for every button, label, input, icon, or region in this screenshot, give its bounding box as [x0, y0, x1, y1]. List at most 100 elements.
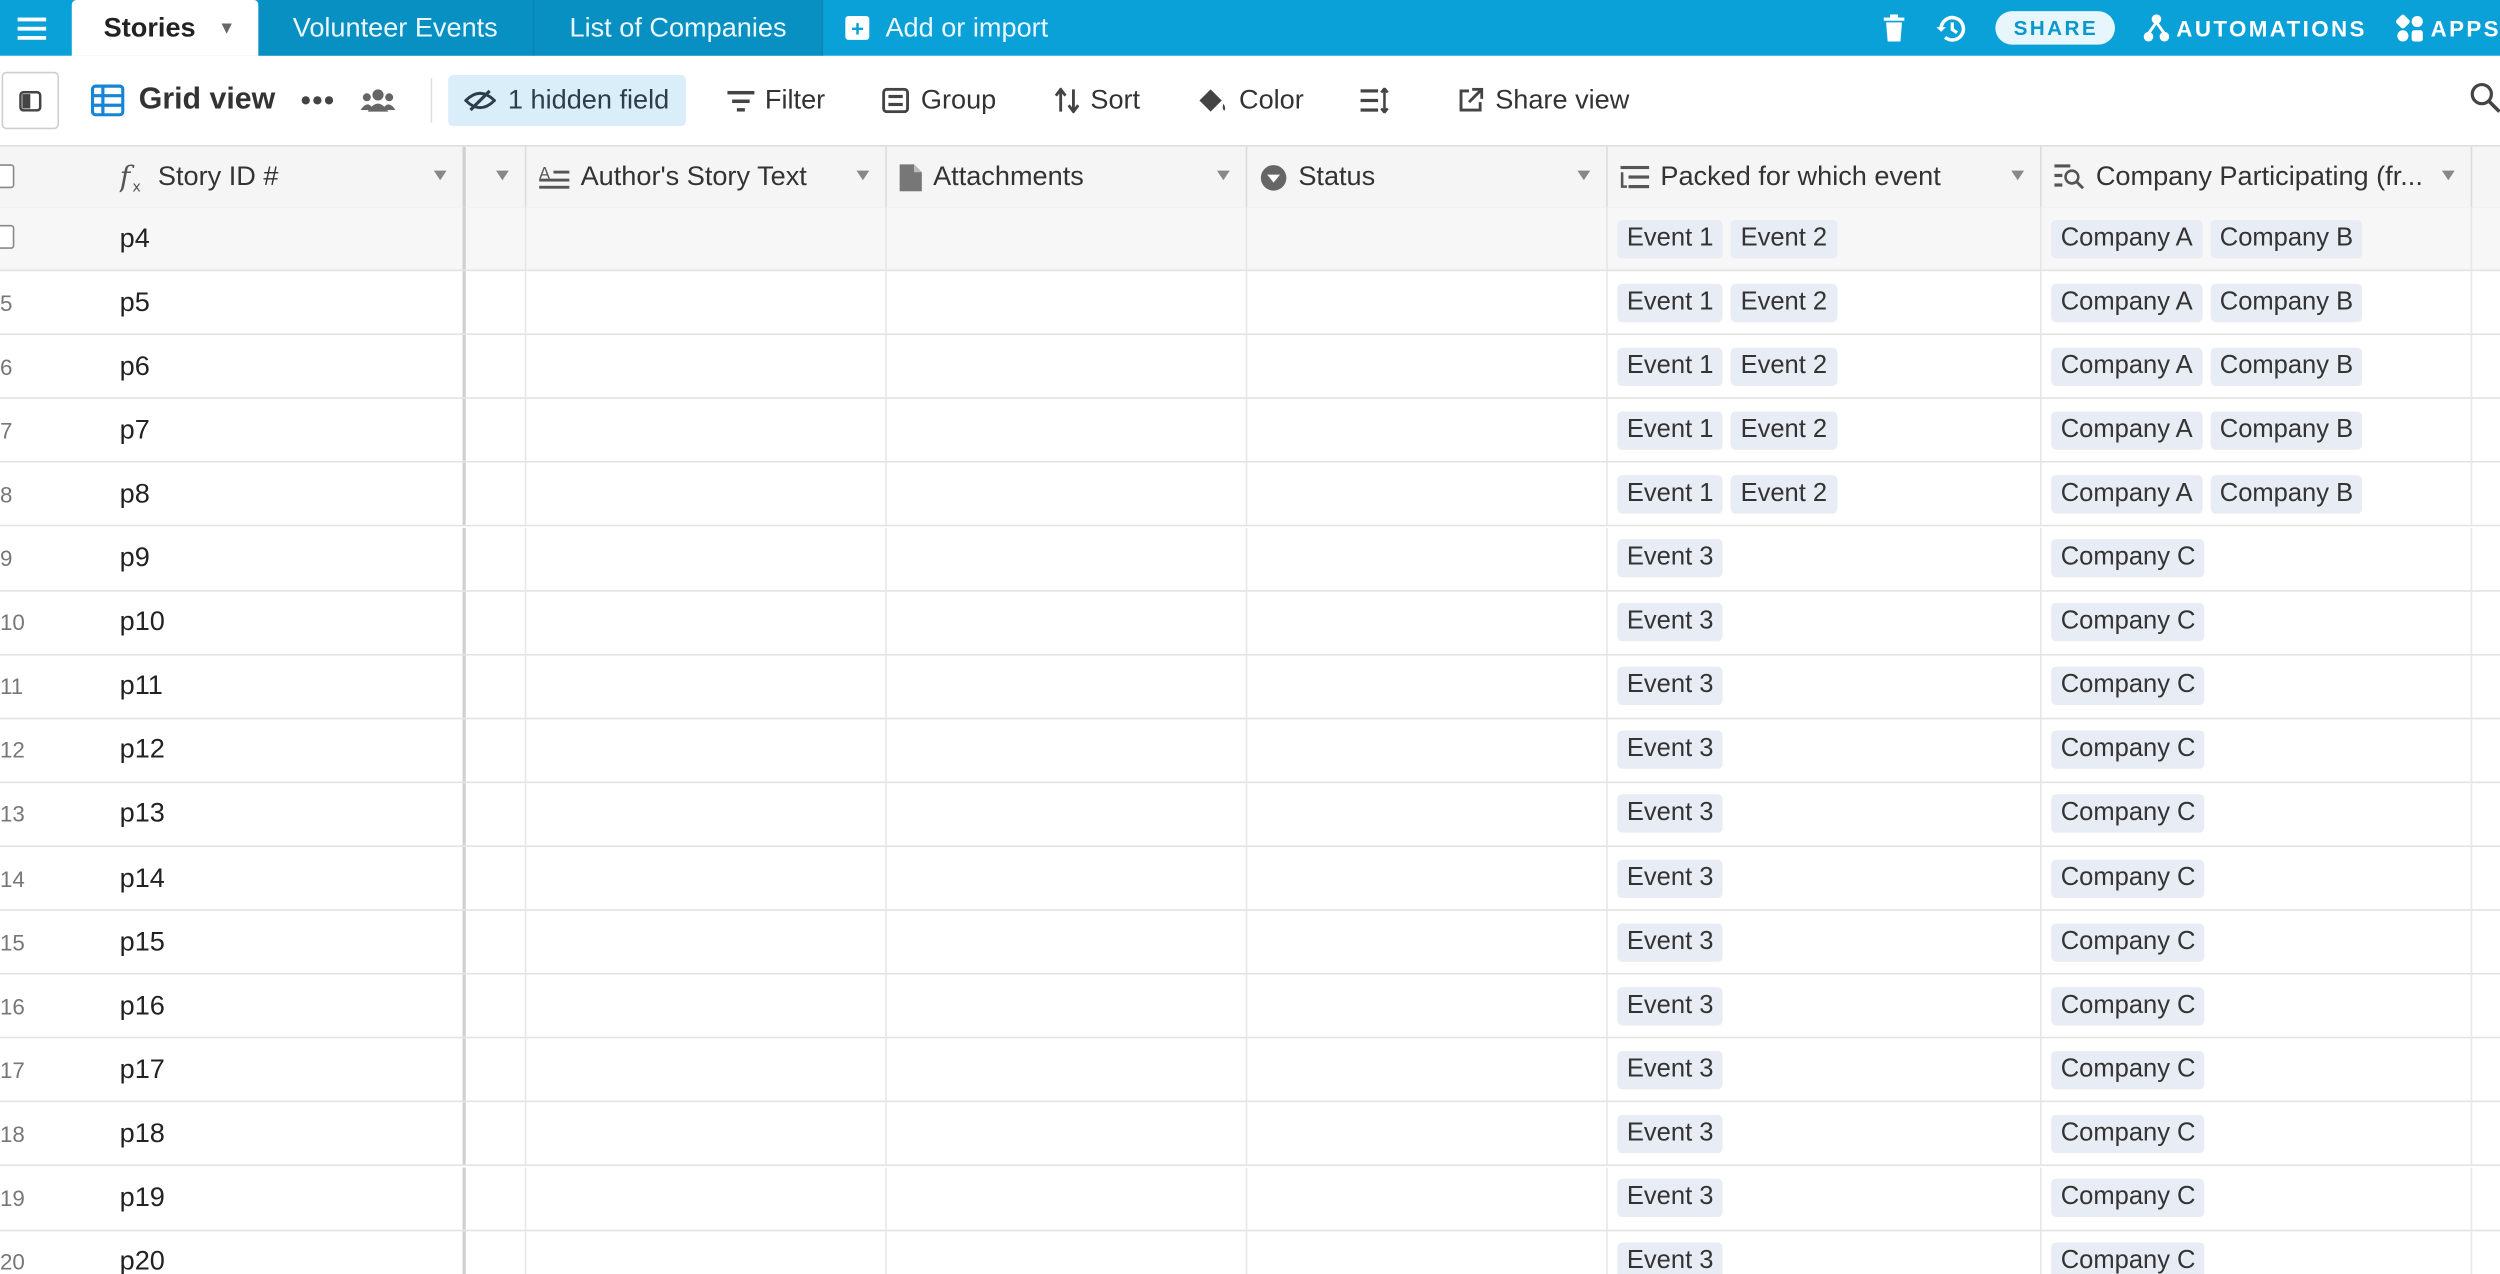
story-id-cell[interactable]: p11: [64, 655, 466, 718]
story-id-cell[interactable]: p9: [64, 527, 466, 590]
author-cell[interactable]: [526, 1102, 887, 1165]
author-cell[interactable]: [526, 782, 887, 846]
companies-cell[interactable]: Company A Company B: [2042, 207, 2473, 270]
story-id-cell[interactable]: p12: [64, 719, 466, 782]
status-cell[interactable]: [1247, 207, 1608, 270]
table-row[interactable]: 9 p9 Event 3 Company C: [0, 527, 2500, 591]
status-cell[interactable]: [1247, 591, 1608, 654]
companies-cell[interactable]: Company A Company B: [2042, 335, 2473, 398]
table-row[interactable]: 15 p15 Event 3 Company C: [0, 910, 2500, 975]
sort-button[interactable]: Sort: [1038, 75, 1156, 126]
companies-cell[interactable]: Company C: [2042, 1166, 2473, 1229]
status-cell[interactable]: [1247, 463, 1608, 526]
attach-cell[interactable]: [887, 527, 1248, 590]
collapsed-cell[interactable]: [466, 463, 527, 526]
chevron-down-icon[interactable]: [1216, 170, 1230, 181]
author-cell[interactable]: [526, 399, 887, 462]
story-id-cell[interactable]: p16: [64, 974, 466, 1038]
column-header-author-story-text[interactable]: A Author's Story Text: [526, 146, 887, 208]
collapsed-cell[interactable]: [466, 527, 527, 590]
table-row[interactable]: 14 p14 Event 3 Company C: [0, 846, 2500, 911]
share-button[interactable]: SHARE: [1996, 11, 2116, 45]
select-all-checkbox[interactable]: [0, 164, 15, 189]
group-button[interactable]: Group: [867, 75, 1013, 126]
table-row[interactable]: 17 p17 Event 3 Company C: [0, 1038, 2500, 1103]
events-cell[interactable]: Event 3: [1608, 910, 2042, 974]
column-header-company[interactable]: Company Participating (fr...: [2042, 146, 2473, 208]
companies-cell[interactable]: Company C: [2042, 1230, 2473, 1274]
companies-cell[interactable]: Company C: [2042, 655, 2473, 718]
companies-cell[interactable]: Company C: [2042, 719, 2473, 782]
chevron-down-icon[interactable]: ▼: [218, 18, 235, 37]
chevron-down-icon[interactable]: [2011, 170, 2025, 181]
companies-cell[interactable]: Company A Company B: [2042, 271, 2473, 334]
collapsed-cell[interactable]: [466, 910, 527, 974]
row-height-button[interactable]: [1345, 78, 1417, 123]
table-row[interactable]: p4 Event 1 Event 2 Company A Company B: [0, 207, 2500, 272]
companies-cell[interactable]: Company A Company B: [2042, 463, 2473, 526]
collapsed-cell[interactable]: [466, 1038, 527, 1102]
author-cell[interactable]: [526, 1038, 887, 1102]
column-header-status[interactable]: Status: [1247, 146, 1608, 208]
status-cell[interactable]: [1247, 1102, 1608, 1165]
tab-volunteer-events[interactable]: Volunteer Events: [257, 0, 535, 56]
search-icon[interactable]: [2469, 81, 2500, 121]
story-id-cell[interactable]: p10: [64, 591, 466, 654]
collapsed-cell[interactable]: [466, 655, 527, 718]
events-cell[interactable]: Event 3: [1608, 1166, 2042, 1229]
companies-cell[interactable]: Company C: [2042, 591, 2473, 654]
collapsed-cell[interactable]: [466, 1102, 527, 1165]
status-cell[interactable]: [1247, 1230, 1608, 1274]
chevron-down-icon[interactable]: [2441, 170, 2455, 181]
events-cell[interactable]: Event 3: [1608, 1102, 2042, 1165]
status-cell[interactable]: [1247, 974, 1608, 1038]
view-more-button[interactable]: •••: [301, 84, 336, 117]
story-id-cell[interactable]: p5: [64, 271, 466, 334]
table-row[interactable]: 12 p12 Event 3 Company C: [0, 719, 2500, 783]
companies-cell[interactable]: Company C: [2042, 910, 2473, 974]
attach-cell[interactable]: [887, 1230, 1248, 1274]
table-row[interactable]: 13 p13 Event 3 Company C: [0, 782, 2500, 847]
attach-cell[interactable]: [887, 910, 1248, 974]
attach-cell[interactable]: [887, 335, 1248, 398]
status-cell[interactable]: [1247, 655, 1608, 718]
events-cell[interactable]: Event 3: [1608, 1038, 2042, 1102]
collapsed-cell[interactable]: [466, 335, 527, 398]
attach-cell[interactable]: [887, 782, 1248, 846]
author-cell[interactable]: [526, 463, 887, 526]
attach-cell[interactable]: [887, 655, 1248, 718]
chevron-down-icon[interactable]: [496, 170, 509, 181]
events-cell[interactable]: Event 1 Event 2: [1608, 335, 2042, 398]
share-view-button[interactable]: Share view: [1443, 75, 1646, 126]
collapsed-cell[interactable]: [466, 591, 527, 654]
author-cell[interactable]: [526, 974, 887, 1038]
events-cell[interactable]: Event 3: [1608, 782, 2042, 846]
author-cell[interactable]: [526, 1230, 887, 1274]
events-cell[interactable]: Event 3: [1608, 846, 2042, 910]
collapsed-cell[interactable]: [466, 399, 527, 462]
author-cell[interactable]: [526, 527, 887, 590]
tab-list-of-companies[interactable]: List of Companies: [534, 0, 824, 56]
collapsed-cell[interactable]: [466, 974, 527, 1038]
events-cell[interactable]: Event 3: [1608, 527, 2042, 590]
story-id-cell[interactable]: p4: [64, 207, 466, 270]
add-or-import-button[interactable]: + Add or import: [823, 0, 1070, 56]
column-header-story-id[interactable]: fx Story ID #: [64, 146, 466, 208]
companies-cell[interactable]: Company C: [2042, 974, 2473, 1038]
status-cell[interactable]: [1247, 719, 1608, 782]
attach-cell[interactable]: [887, 463, 1248, 526]
tab-stories[interactable]: Stories ▼: [71, 0, 258, 56]
events-cell[interactable]: Event 3: [1608, 655, 2042, 718]
collapsed-cell[interactable]: [466, 1166, 527, 1229]
automations-button[interactable]: AUTOMATIONS: [2144, 14, 2366, 42]
status-cell[interactable]: [1247, 782, 1608, 846]
author-cell[interactable]: [526, 1166, 887, 1229]
author-cell[interactable]: [526, 910, 887, 974]
events-cell[interactable]: Event 3: [1608, 1230, 2042, 1274]
companies-cell[interactable]: Company A Company B: [2042, 399, 2473, 462]
author-cell[interactable]: [526, 335, 887, 398]
column-header-attachments[interactable]: Attachments: [887, 146, 1248, 208]
story-id-cell[interactable]: p17: [64, 1038, 466, 1102]
story-id-cell[interactable]: p13: [64, 782, 466, 846]
table-row[interactable]: 8 p8 Event 1 Event 2 Company A Company B: [0, 463, 2500, 527]
